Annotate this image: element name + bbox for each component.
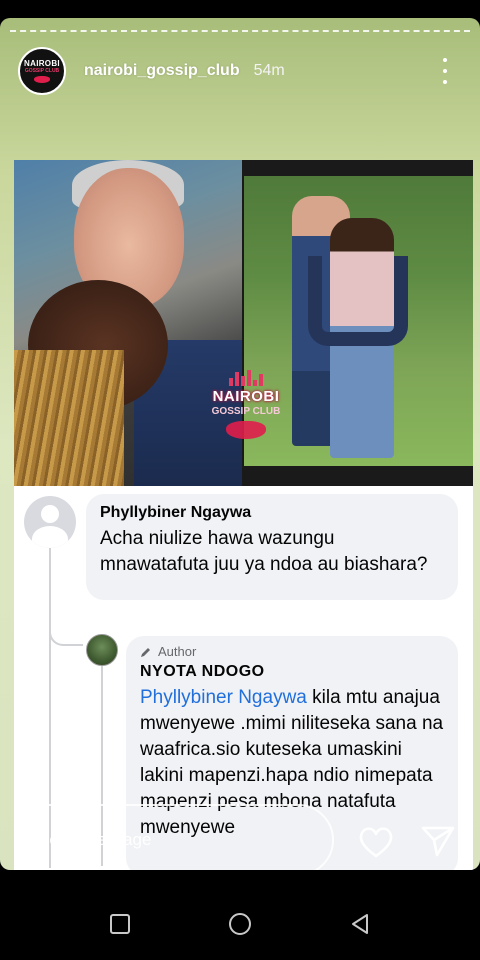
author-badge-label: Author [158, 644, 197, 659]
account-username[interactable]: nairobi_gossip_club [84, 62, 240, 80]
back-button[interactable] [349, 913, 371, 935]
lips-icon [226, 421, 266, 439]
recents-button[interactable] [110, 914, 130, 934]
comment-author: Phyllybiner Ngaywa [100, 504, 252, 521]
watermark-logo: NAIROBI GOSSIP CLUB [196, 370, 296, 439]
send-icon[interactable] [420, 822, 456, 858]
heart-icon[interactable] [356, 822, 396, 862]
watermark-subtitle: GOSSIP CLUB [211, 406, 281, 417]
system-navigation-bar [0, 880, 480, 960]
comment-text: Acha niulize hawa wazungu mnawatafuta ju… [100, 528, 428, 575]
avatar-logo-subtext: GOSSIP CLUB [24, 68, 60, 74]
story-header: NAIROBI GOSSIP CLUB nairobi_gossip_club … [18, 46, 462, 96]
story-timestamp: 54m [253, 62, 285, 79]
default-avatar-icon [24, 496, 76, 548]
reply-avatar [86, 634, 118, 666]
story-progress-bar [10, 30, 470, 32]
thread-branch [49, 610, 83, 646]
pencil-icon [141, 647, 150, 657]
reply-author: NYOTA NDOGO [140, 663, 265, 680]
account-avatar[interactable]: NAIROBI GOSSIP CLUB [18, 47, 66, 95]
avatar-logo-text: NAIROBI [24, 59, 60, 68]
story-viewer[interactable]: NAIROBI GOSSIP CLUB nairobi_gossip_club … [0, 18, 480, 870]
post-image: NAIROBI GOSSIP CLUB [14, 160, 473, 486]
lips-icon [34, 76, 50, 83]
reply-mention: Phyllybiner Ngaywa [140, 687, 307, 708]
send-message-input[interactable]: Send message [14, 804, 334, 870]
send-message-placeholder: Send message [38, 830, 152, 849]
comment-bubble: Phyllybiner Ngaywa Acha niulize hawa waz… [86, 494, 458, 600]
home-button[interactable] [229, 913, 251, 935]
author-badge: Author [140, 644, 444, 659]
watermark-title: NAIROBI [212, 388, 280, 405]
more-options-icon[interactable] [442, 58, 448, 84]
